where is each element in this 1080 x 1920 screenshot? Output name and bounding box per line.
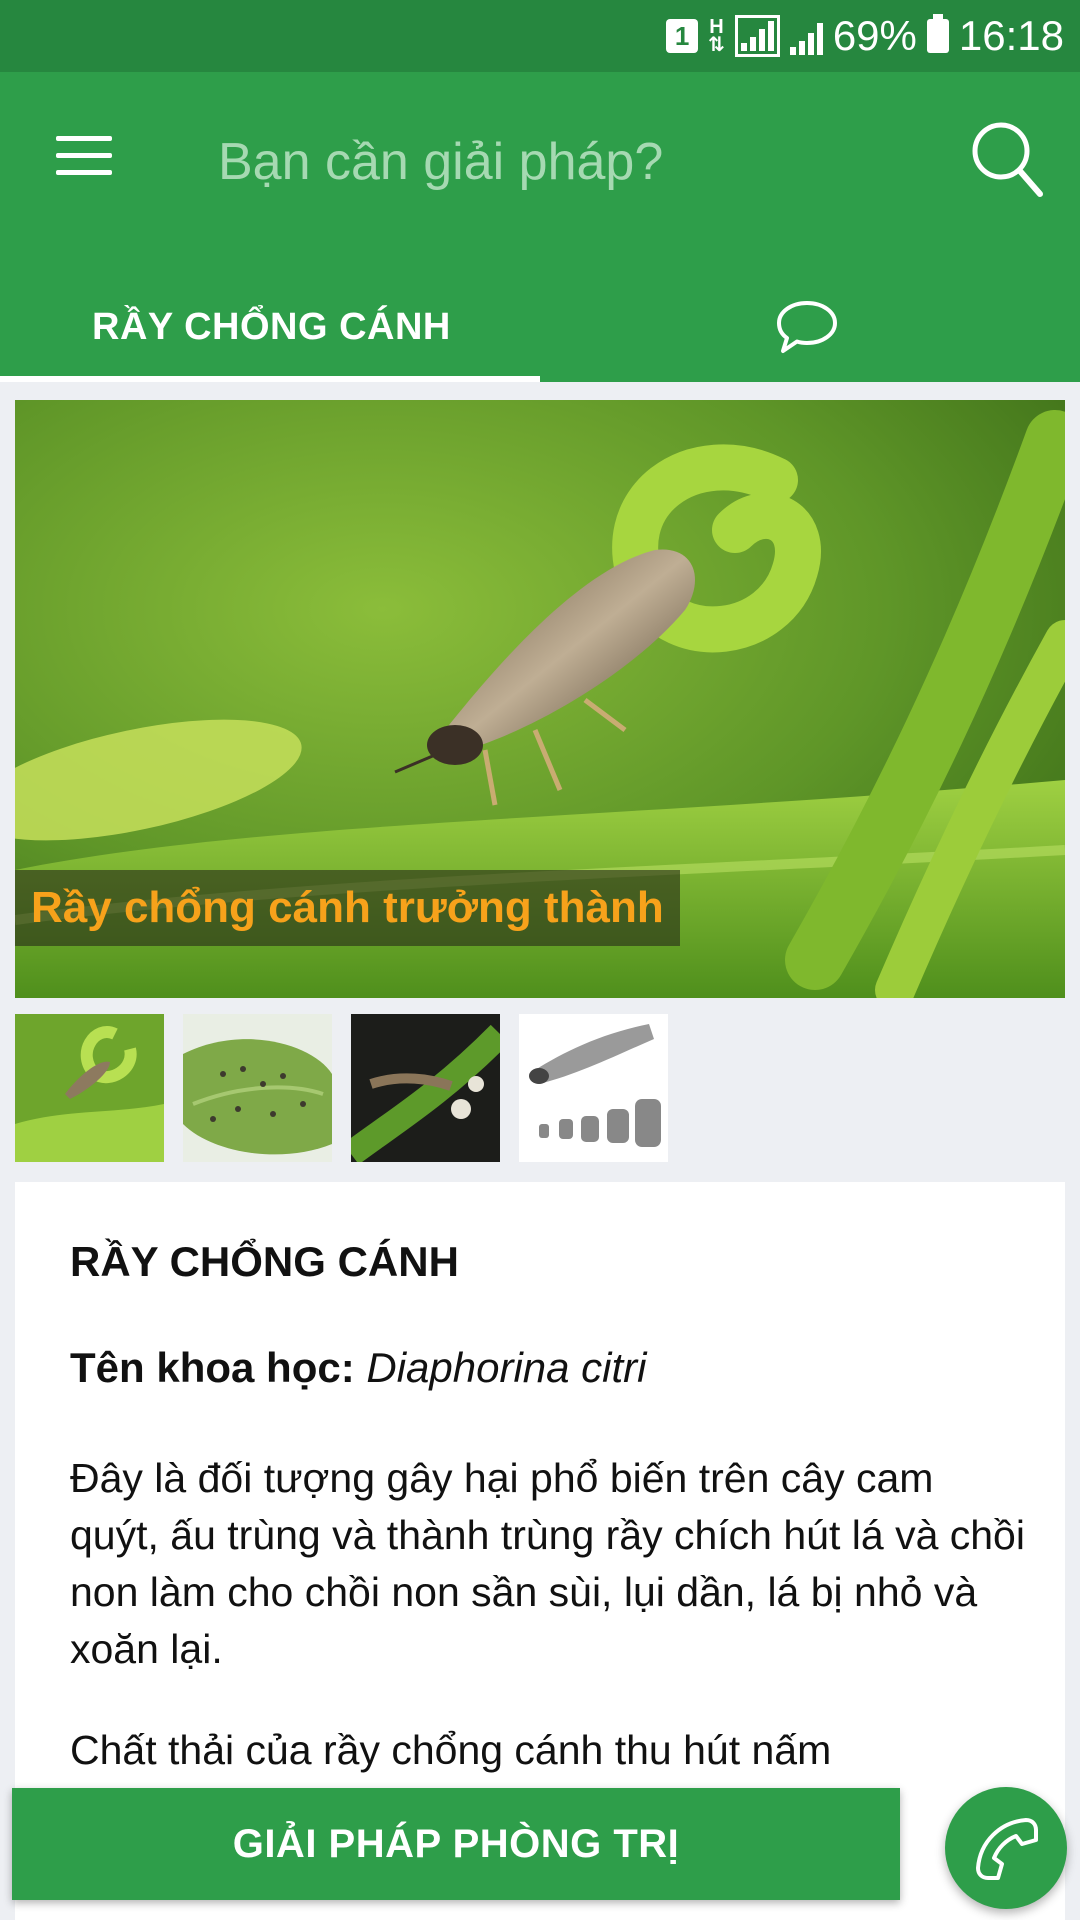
app-bar: RẦY CHỔNG CÁNH [0, 72, 1080, 382]
status-bar: 1 H ⇅ 69% 16:18 [0, 0, 1080, 72]
article-paragraph: Đây là đối tượng gây hại phổ biến trên c… [70, 1455, 1025, 1672]
thumbnail-3[interactable] [351, 1014, 500, 1162]
article-paragraph: Chất thải của rầy chổng cánh thu hút nấm [70, 1727, 832, 1773]
scientific-name-label: Tên khoa học: [70, 1344, 355, 1391]
call-button[interactable] [945, 1787, 1067, 1909]
tab-ray-chong-canh[interactable]: RẦY CHỔNG CÁNH [92, 306, 451, 349]
battery-percent: 69% [832, 12, 917, 59]
solution-button[interactable]: GIẢI PHÁP PHÒNG TRỊ [12, 1788, 900, 1900]
chat-bubble-icon[interactable] [775, 299, 839, 355]
status-icons: 1 H ⇅ 69% 16:18 [666, 10, 1064, 62]
thumbnail-2[interactable] [183, 1014, 332, 1162]
scientific-name: Diaphorina citri [366, 1344, 647, 1391]
thumbnail-strip [15, 1014, 668, 1162]
signal-strength-icon-2 [789, 17, 823, 55]
thumbnail-1[interactable] [15, 1014, 164, 1162]
signal-strength-icon [734, 15, 780, 57]
hero-image[interactable]: Rầy chổng cánh trưởng thành [15, 400, 1065, 998]
tab-bar: RẦY CHỔNG CÁNH [0, 272, 1080, 382]
clock: 16:18 [958, 12, 1064, 59]
scientific-name-line: Tên khoa học: Diaphorina citri [70, 1344, 647, 1392]
search-icon[interactable] [970, 120, 1044, 198]
tab-indicator [0, 376, 540, 382]
battery-icon [926, 14, 949, 53]
image-caption: Rầy chổng cánh trưởng thành [15, 870, 680, 946]
phone-icon [976, 1818, 1038, 1880]
search-input[interactable] [218, 122, 918, 202]
network-type-icon: H ⇅ [708, 16, 725, 56]
hamburger-menu-icon[interactable] [56, 136, 112, 176]
article-title: RẦY CHỔNG CÁNH [70, 1238, 459, 1285]
thumbnail-4[interactable] [519, 1014, 668, 1162]
sim-slot-badge: 1 [666, 19, 699, 53]
